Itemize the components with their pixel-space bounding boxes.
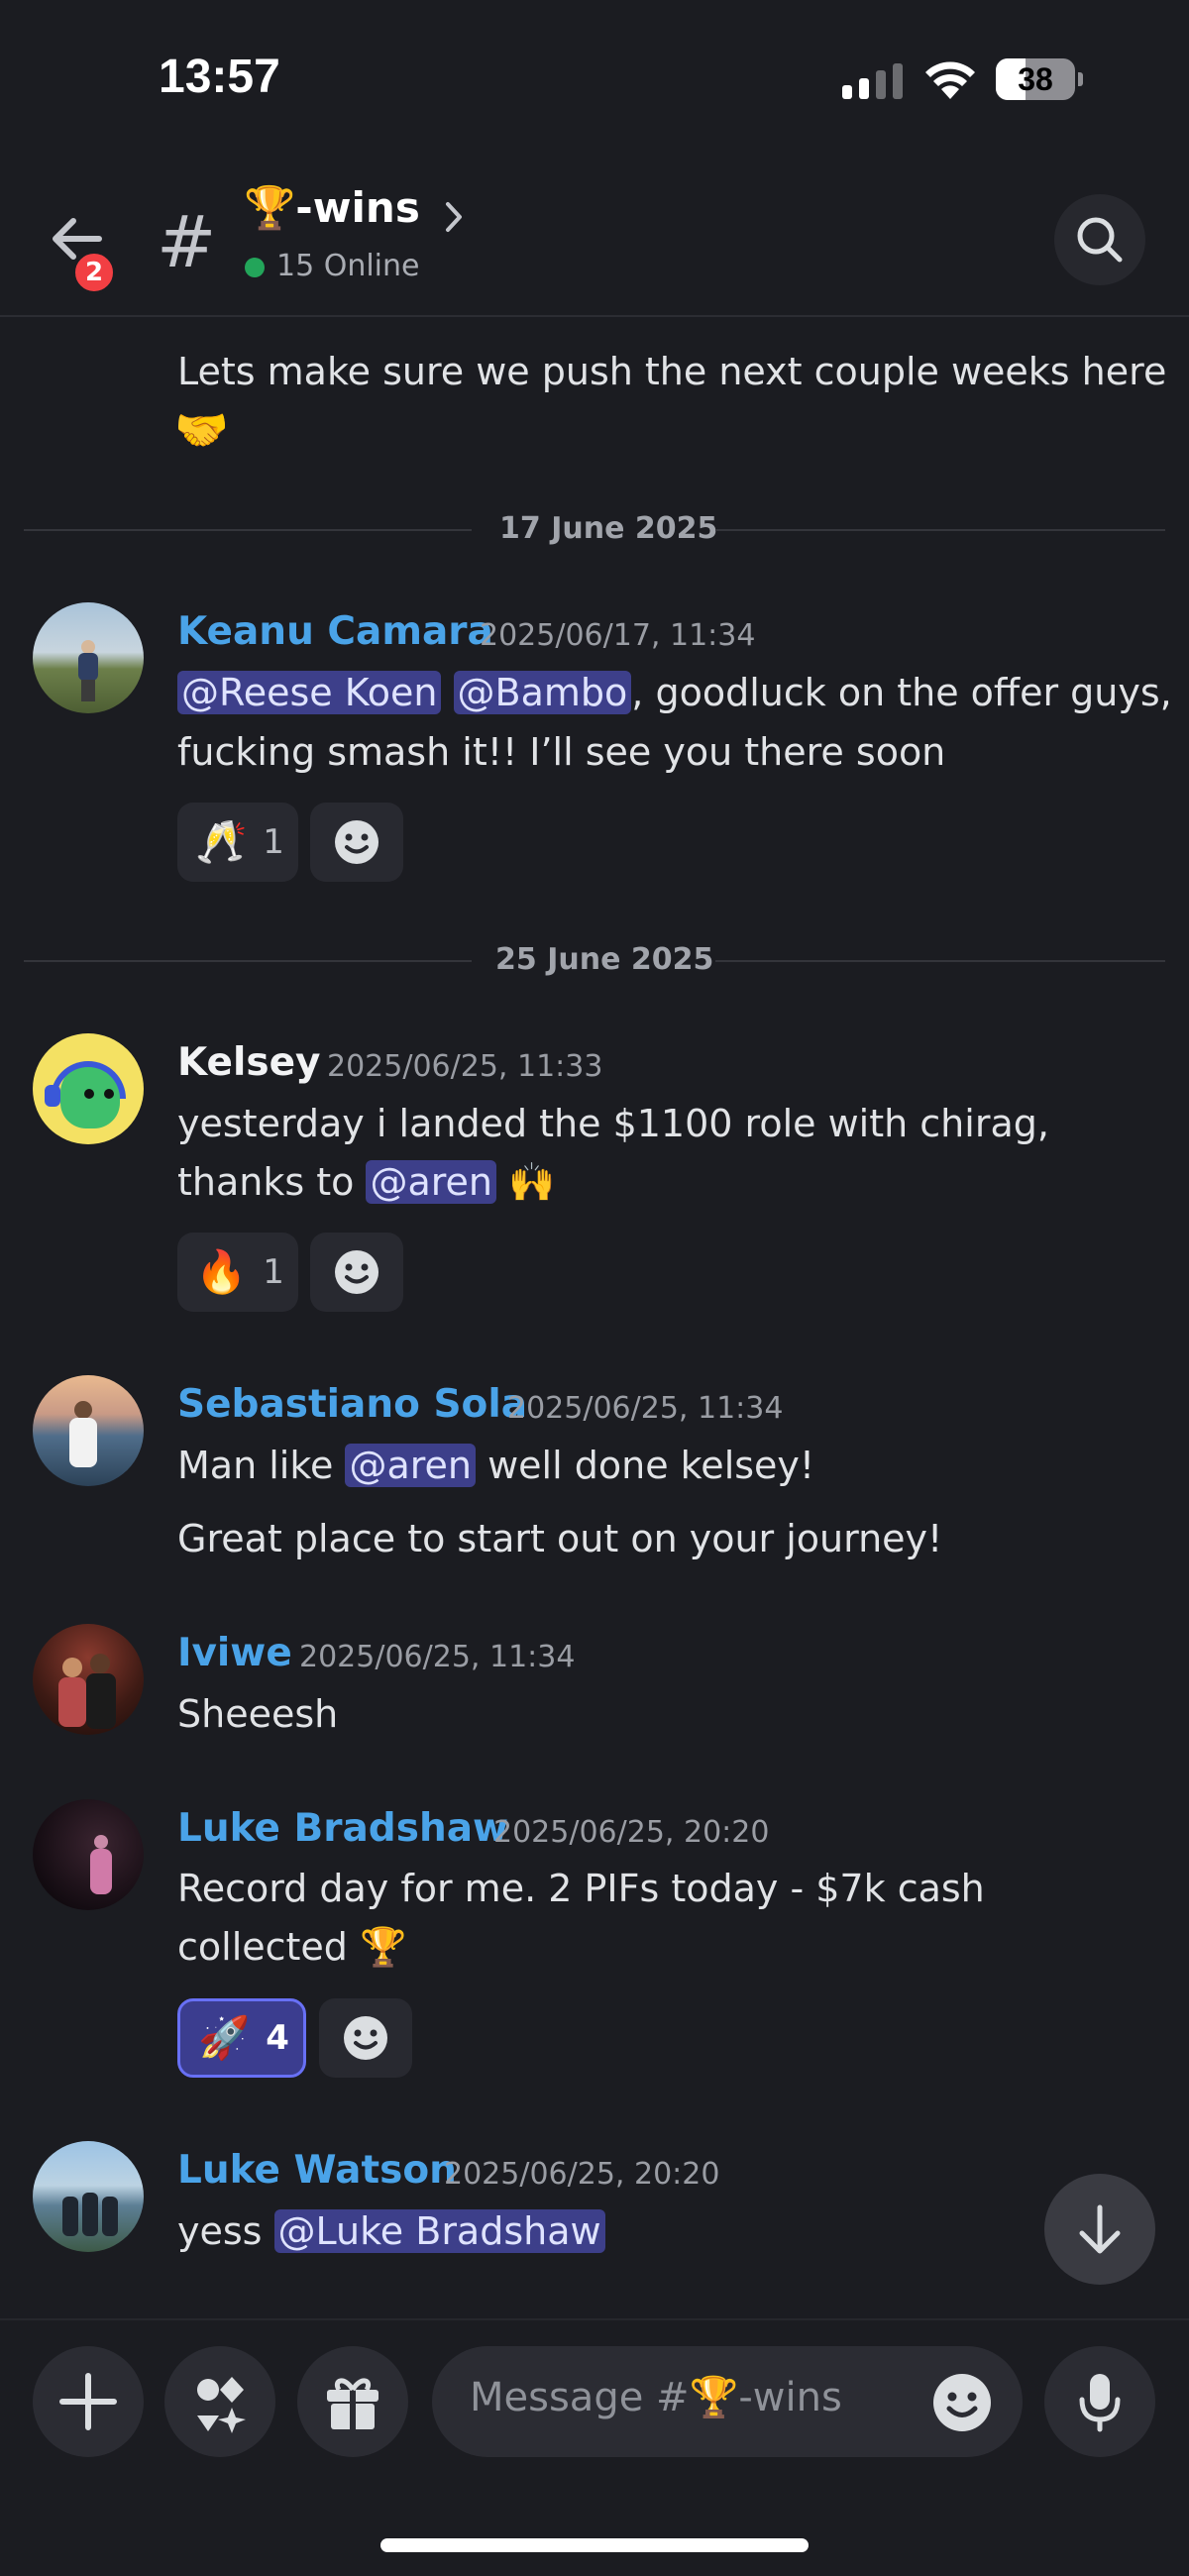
user-mention[interactable]: @Reese Koen xyxy=(177,671,442,714)
message-author[interactable]: Kelsey xyxy=(177,1040,320,1085)
message-text-segment: , goodluck on the offer guys, xyxy=(631,671,1172,714)
message-author[interactable]: Iviwe xyxy=(177,1631,292,1675)
message-timestamp: 2025/06/25, 11:34 xyxy=(507,1391,784,1426)
message-text: Sheeesh xyxy=(177,1692,339,1736)
wifi-icon xyxy=(925,61,975,99)
add-reaction-button[interactable] xyxy=(310,1233,403,1312)
reaction-button[interactable]: 🥂 1 xyxy=(177,803,298,882)
arrow-down-icon xyxy=(1079,2204,1121,2254)
smile-add-icon xyxy=(335,1250,378,1294)
date-divider-line xyxy=(715,960,1165,962)
message-author[interactable]: Luke Watson xyxy=(177,2148,457,2193)
battery-level: 38 xyxy=(1018,61,1053,97)
message-text: Record day for me. 2 PIFs today - $7k ca… xyxy=(177,1867,985,1910)
channel-name[interactable]: 🏆-wins xyxy=(244,183,420,233)
message-text: collected 🏆 xyxy=(177,1925,407,1969)
message-text: yesterday i landed the $1100 role with c… xyxy=(177,1102,1049,1145)
avatar[interactable] xyxy=(33,1033,144,1144)
online-status-dot xyxy=(245,258,265,277)
reaction-emoji: 🚀 xyxy=(198,2013,251,2062)
message-timestamp: 2025/06/17, 11:34 xyxy=(480,618,756,653)
date-divider-line xyxy=(715,529,1165,531)
message-text: yess @Luke Bradshaw xyxy=(177,2201,605,2261)
smile-add-icon xyxy=(344,2016,387,2060)
reaction-emoji: 🔥 xyxy=(195,1247,248,1296)
message-timestamp: 2025/06/25, 11:34 xyxy=(299,1640,576,1674)
cellular-signal-icon xyxy=(842,63,903,99)
message-input-placeholder: Message #🏆-wins xyxy=(470,2375,842,2420)
user-mention[interactable]: @aren xyxy=(366,1160,497,1204)
user-mention[interactable]: @Bambo xyxy=(453,671,632,714)
reaction-count: 4 xyxy=(266,2018,289,2058)
message-text-segment: thanks to xyxy=(177,1160,367,1204)
status-time: 13:57 xyxy=(159,51,280,103)
battery-icon: 38 xyxy=(996,58,1083,100)
date-divider-line xyxy=(24,960,472,962)
scroll-to-bottom-button[interactable] xyxy=(1044,2174,1155,2285)
date-divider: 17 June 2025 xyxy=(499,511,718,546)
voice-message-button[interactable] xyxy=(1044,2346,1155,2457)
reaction-emoji: 🥂 xyxy=(195,817,248,866)
message-author[interactable]: Keanu Camara xyxy=(177,609,493,654)
reaction-count: 1 xyxy=(263,1252,284,1292)
user-mention[interactable]: @aren xyxy=(345,1444,477,1487)
apps-icon xyxy=(197,2377,246,2433)
hash-icon: # xyxy=(157,200,217,283)
smile-add-icon xyxy=(335,820,378,864)
message-text-segment: well done kelsey! xyxy=(476,1444,815,1487)
search-button[interactable] xyxy=(1054,194,1145,285)
date-divider: 25 June 2025 xyxy=(495,942,714,977)
message-text-segment: 🙌 xyxy=(496,1160,556,1204)
attach-button[interactable] xyxy=(33,2346,144,2457)
message-timestamp: 2025/06/25, 20:20 xyxy=(444,2157,720,2192)
avatar[interactable] xyxy=(33,602,144,713)
message-text: thanks to @aren 🙌 xyxy=(177,1152,555,1212)
chevron-right-icon[interactable] xyxy=(444,200,464,234)
apps-button[interactable] xyxy=(164,2346,275,2457)
message-text: fucking smash it!! I’ll see you there so… xyxy=(177,730,946,774)
message-author[interactable]: Luke Bradshaw xyxy=(177,1806,508,1851)
date-divider-line xyxy=(24,529,472,531)
emoji-picker-button[interactable] xyxy=(931,2372,993,2433)
message-text: Great place to start out on your journey… xyxy=(177,1517,943,1560)
reaction-count: 1 xyxy=(263,822,284,862)
message-text-segment: Man like xyxy=(177,1444,346,1487)
plus-icon xyxy=(59,2373,117,2430)
reaction-button[interactable]: 🚀 4 xyxy=(177,1998,306,2078)
emoji-icon xyxy=(933,2374,991,2431)
gift-icon xyxy=(327,2378,378,2429)
avatar[interactable] xyxy=(33,1375,144,1486)
avatar[interactable] xyxy=(33,1799,144,1910)
home-indicator xyxy=(380,2538,809,2552)
add-reaction-button[interactable] xyxy=(310,803,403,882)
avatar[interactable] xyxy=(33,2141,144,2252)
user-mention[interactable]: @Luke Bradshaw xyxy=(273,2209,605,2253)
unread-badge: 2 xyxy=(71,250,117,295)
search-icon xyxy=(1077,217,1123,263)
message-text: Lets make sure we push the next couple w… xyxy=(177,350,1167,393)
add-reaction-button[interactable] xyxy=(319,1998,412,2078)
avatar[interactable] xyxy=(33,1624,144,1735)
message-emoji: 🤝 xyxy=(174,405,229,456)
microphone-icon xyxy=(1079,2374,1121,2432)
reaction-button[interactable]: 🔥 1 xyxy=(177,1233,298,1312)
online-count: 15 Online xyxy=(276,249,420,283)
message-text: Man like @aren well done kelsey! xyxy=(177,1436,814,1495)
message-author[interactable]: Sebastiano Sola xyxy=(177,1382,527,1427)
message-timestamp: 2025/06/25, 20:20 xyxy=(493,1815,770,1850)
message-text: @Reese Koen @Bambo, goodluck on the offe… xyxy=(177,663,1172,722)
gift-button[interactable] xyxy=(297,2346,408,2457)
message-text-segment: yess xyxy=(177,2209,274,2253)
message-timestamp: 2025/06/25, 11:33 xyxy=(327,1049,603,1084)
